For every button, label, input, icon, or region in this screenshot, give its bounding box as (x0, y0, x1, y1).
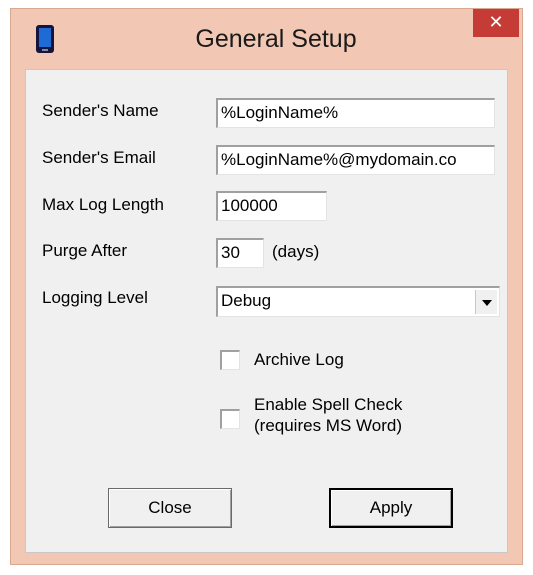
purge-after-unit: (days) (272, 242, 320, 261)
close-button[interactable]: Close (108, 488, 232, 528)
archive-log-label[interactable]: Archive Log (254, 350, 344, 370)
logging-level-value: Debug (221, 291, 272, 310)
logging-level-select[interactable]: Debug (216, 286, 500, 317)
close-icon[interactable]: ✕ (473, 9, 519, 37)
spell-check-label-line2: (requires MS Word) (254, 416, 402, 435)
purge-after-input[interactable]: 30 (216, 238, 264, 268)
logging-level-label: Logging Level (42, 288, 148, 307)
sender-email-label: Sender's Email (42, 148, 156, 167)
sender-email-input[interactable]: %LoginName%@mydomain.co (216, 145, 495, 175)
general-setup-window: General Setup ✕ Sender's Name %LoginName… (10, 8, 523, 565)
apply-button[interactable]: Apply (329, 488, 453, 528)
spell-check-checkbox[interactable] (220, 409, 240, 429)
phone-icon (36, 25, 54, 53)
dialog-client-area: Sender's Name %LoginName% Sender's Email… (25, 69, 508, 553)
chevron-down-icon[interactable] (475, 290, 497, 314)
purge-after-label: Purge After (42, 241, 128, 260)
title-bar[interactable]: General Setup ✕ (11, 9, 522, 69)
sender-name-label: Sender's Name (42, 101, 159, 120)
archive-log-checkbox[interactable] (220, 350, 240, 370)
max-log-length-label: Max Log Length (42, 195, 164, 214)
spell-check-label-line1[interactable]: Enable Spell Check (254, 395, 402, 415)
window-title: General Setup (195, 25, 357, 53)
sender-name-input[interactable]: %LoginName% (216, 98, 495, 128)
max-log-length-input[interactable]: 100000 (216, 191, 327, 221)
